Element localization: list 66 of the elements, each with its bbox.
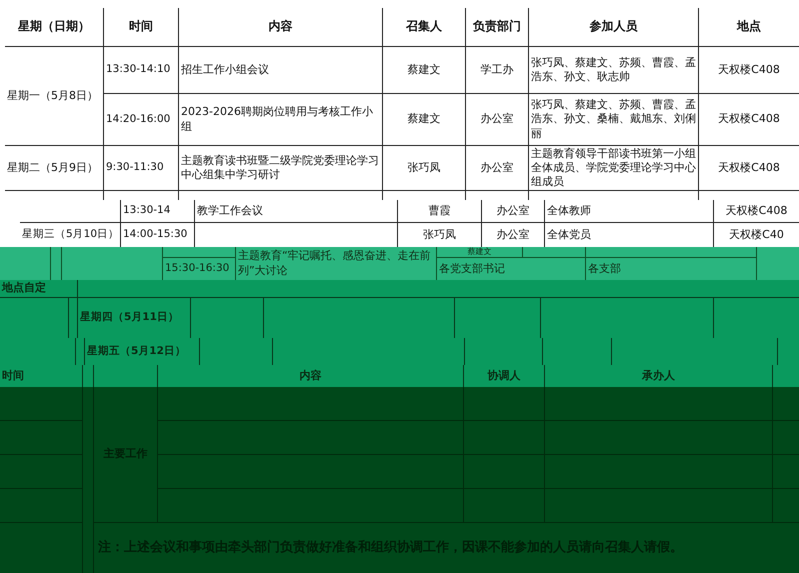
table-cell: 14:20-16:00 [104,94,178,145]
table-cell: 主题教育“牢记嘱托、感恩奋进、走在前列”大讨论 [236,247,436,280]
column-header: 时间 [0,365,82,387]
table-cell: 15:30-16:30 [163,258,235,280]
column-header: 内容 [158,365,463,387]
table-cell [0,298,68,338]
table-cell: 各党支部书记 [437,258,585,280]
table-cell: 办公室 [482,223,544,247]
table-cell: 蔡建文 [383,47,465,93]
table-cell [773,421,799,454]
table-cell: 天权楼C40 [714,223,799,247]
table-cell [466,191,528,200]
table-cell: 张巧凤、蔡建文、苏频、曹霞、孟浩东、孙文、桑楠、戴旭东、刘俐丽 [529,94,698,145]
table-cell [0,247,50,280]
table-cell: 14:00-15:30 [121,223,194,247]
table-cell: 星期四（5月11日） [78,298,190,338]
table-cell: 办公室 [482,200,544,222]
table-cell [83,365,93,387]
table-cell: 13:30-14:10 [104,47,178,93]
table-cell [191,298,263,338]
table-cell: 曹霞 [398,200,481,222]
column-header: 时间 [104,8,178,46]
table-cell: 办公室 [466,146,528,190]
table-cell: 星期五（5月12日） [85,338,199,365]
table-cell [51,247,61,280]
table-cell: 9:30-11:30 [104,146,178,190]
table-cell: 天权楼C408 [699,47,799,93]
table-cell [523,247,585,257]
table-cell: 全体党员 [545,223,713,247]
table-cell [773,365,799,387]
column-header: 承办人 [545,365,772,387]
table-cell: 蔡建文 [437,247,522,257]
column-header: 参加人员 [529,8,698,46]
column-header: 召集人 [383,8,465,46]
table-cell: 蔡建文 [383,94,465,145]
table-cell: 主题教育读书班暨二级学院党委理论学习中心组集中学习研讨 [179,146,382,190]
table-cell: 张巧凤、蔡建文、苏频、曹霞、孟浩东、孙文、耿志帅 [529,47,698,93]
column-header: 地点 [699,8,799,46]
column-header: 协调人 [464,365,544,387]
column-header: 星期（日期） [5,8,103,46]
table-cell: 星期三（5月10日） [20,223,120,247]
table-cell: 学工办 [466,47,528,93]
table-cell: 教学工作会议 [195,200,397,222]
table-cell: 地点自定 [0,280,77,297]
table-cell: 各支部 [586,258,756,280]
table-cell [757,247,799,280]
table-cell: 办公室 [466,94,528,145]
table-cell: 星期一（5月8日） [5,47,103,145]
column-header: 内容 [179,8,382,46]
table-cell [94,365,157,387]
table-cell: 天权楼C408 [714,200,799,222]
table-cell: 招生工作小组会议 [179,47,382,93]
table-cell [773,387,799,420]
column-header: 负责部门 [466,8,528,46]
table-cell: 主题教育领导干部读书班第一小组全体成员、学院党委理论学习中心组成员 [529,146,698,190]
table-cell [773,455,799,488]
table-cell: 天权楼C408 [699,146,799,190]
table-cell: 星期二（5月9日） [5,146,103,190]
table-cell: 全体教师 [545,200,713,222]
table-cell: 张巧凤 [398,223,481,247]
table-cell: 13:30-14 [121,200,194,222]
table-cell: 张巧凤 [383,146,465,190]
table-cell [773,489,799,522]
table-cell: 天权楼C408 [699,94,799,145]
table-cell [163,247,235,257]
table-cell: 2023-2026聘期岗位聘用与考核工作小组 [179,94,382,145]
